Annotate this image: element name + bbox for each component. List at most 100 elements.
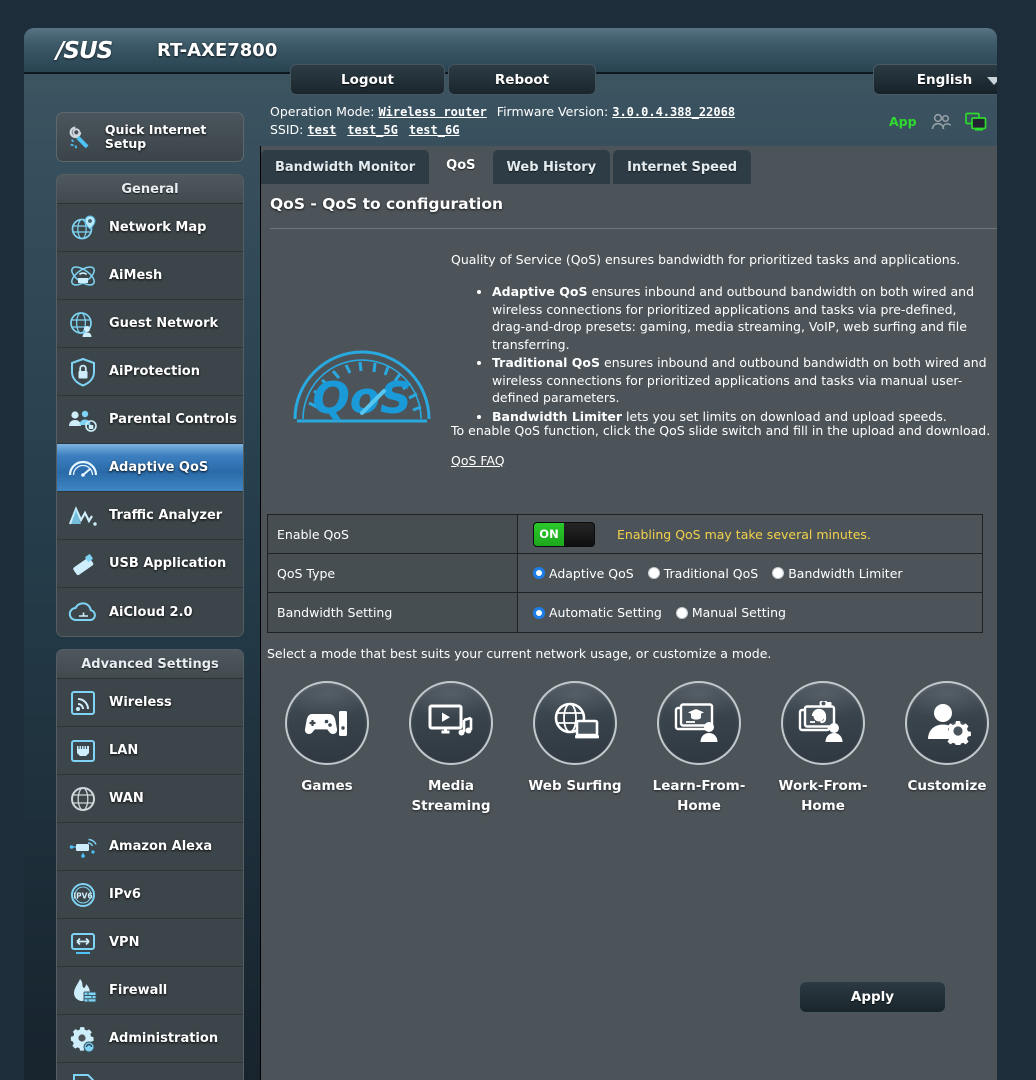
sidebar-label: Parental Controls xyxy=(109,412,237,427)
sidebar-label: Adaptive QoS xyxy=(109,460,209,475)
radio-indicator[interactable] xyxy=(533,567,545,579)
bandwidth-radio-group: Automatic Setting Manual Setting xyxy=(533,605,800,620)
mode-label: Learn-From-Home xyxy=(652,778,746,814)
radio-adaptive-qos[interactable]: Adaptive QoS xyxy=(533,566,634,581)
sidebar-label: AiCloud 2.0 xyxy=(109,604,193,620)
router-admin-shell: /SUS RT-AXE7800 Logout Reboot English Op… xyxy=(24,28,997,1080)
mode-games[interactable]: Games xyxy=(267,681,387,816)
mode-customize[interactable]: Customize xyxy=(887,681,997,816)
sidebar-item-wan[interactable]: WAN xyxy=(57,775,243,823)
page-title: QoS - QoS to configuration xyxy=(270,195,504,213)
mode-circle[interactable] xyxy=(781,681,865,765)
sidebar-item-vpn[interactable]: VPN xyxy=(57,919,243,967)
radio-manual-setting[interactable]: Manual Setting xyxy=(675,605,786,620)
usb-application-icon xyxy=(73,553,94,575)
sidebar-item-system-log[interactable]: System Log xyxy=(57,1063,243,1080)
advanced-header: Advanced Settings xyxy=(57,650,243,679)
quick-setup-icon xyxy=(69,126,89,149)
alexa-icon xyxy=(69,838,97,858)
enable-qos-label: Enable QoS xyxy=(268,515,518,553)
gauge-icon xyxy=(68,460,98,477)
svg-text:QoS: QoS xyxy=(312,373,411,424)
mode-intro-text: Select a mode that best suits your curre… xyxy=(267,646,772,661)
mode-circle[interactable] xyxy=(657,681,741,765)
sidebar-item-ipv6[interactable]: IPV6 IPv6 xyxy=(57,871,243,919)
mode-learn-from-home[interactable]: Learn-From-Home xyxy=(639,681,759,816)
ssid-6g[interactable]: test_6G xyxy=(409,123,460,137)
radio-traditional-qos[interactable]: Traditional QoS xyxy=(647,566,758,581)
radio-indicator[interactable] xyxy=(675,606,688,619)
mode-label: Web Surfing xyxy=(528,778,622,794)
qos-type-label: QoS Type xyxy=(268,554,518,592)
sidebar-item-aiprotection[interactable]: AiProtection xyxy=(57,348,243,396)
radio-bandwidth-limiter[interactable]: Bandwidth Limiter xyxy=(772,566,903,581)
radio-label: Adaptive QoS xyxy=(549,565,634,581)
quick-internet-setup-button[interactable]: Quick Internet Setup xyxy=(56,112,244,162)
sidebar-item-lan[interactable]: LAN xyxy=(57,727,243,775)
globe-icon xyxy=(71,786,95,811)
row-qos-type: QoS Type Adaptive QoS Traditional QoS Ba… xyxy=(268,554,982,593)
sidebar-label: Traffic Analyzer xyxy=(109,508,223,523)
sidebar-item-administration[interactable]: Administration xyxy=(57,1015,243,1063)
work-from-home-icon xyxy=(798,701,843,742)
enable-instruction: To enable QoS function, click the QoS sl… xyxy=(451,423,991,438)
sidebar-item-amazon-alexa[interactable]: Amazon Alexa xyxy=(57,823,243,871)
apply-button[interactable]: Apply xyxy=(799,981,946,1013)
sidebar-label: AiProtection xyxy=(109,364,200,379)
enable-qos-value: ON Enabling QoS may take several minutes… xyxy=(518,515,982,553)
mode-label: Work-From-Home xyxy=(778,778,868,814)
sidebar-label: WAN xyxy=(109,791,144,806)
bullet-term: Traditional QoS xyxy=(492,355,601,370)
mode-web-surfing[interactable]: Web Surfing xyxy=(515,681,635,816)
qos-lead-text: Quality of Service (QoS) ensures bandwid… xyxy=(451,252,961,267)
radio-indicator[interactable] xyxy=(772,567,785,579)
connected-devices-icon[interactable] xyxy=(964,112,987,131)
sidebar-item-guest-network[interactable]: Guest Network xyxy=(57,300,243,348)
radio-automatic-setting[interactable]: Automatic Setting xyxy=(533,605,662,620)
ssid-24g[interactable]: test xyxy=(307,123,336,137)
app-label[interactable]: App xyxy=(889,114,917,129)
sidebar-item-aicloud[interactable]: AiCloud 2.0 xyxy=(57,588,243,636)
mode-circle[interactable] xyxy=(905,681,989,765)
radio-indicator[interactable] xyxy=(647,567,660,579)
mode-work-from-home[interactable]: Work-From-Home xyxy=(763,681,883,816)
qos-type-radio-group: Adaptive QoS Traditional QoS Bandwidth L… xyxy=(533,566,917,581)
sidebar-item-network-map[interactable]: Network Map xyxy=(57,204,243,252)
mode-label: Customize xyxy=(907,778,987,794)
parental-controls-icon xyxy=(69,410,97,432)
shield-lock-icon xyxy=(71,357,95,387)
mode-circle[interactable] xyxy=(533,681,617,765)
title-divider xyxy=(270,228,997,229)
operation-mode-value[interactable]: Wireless router xyxy=(378,105,486,119)
sidebar-item-aimesh[interactable]: AiMesh xyxy=(57,252,243,300)
sidebar-item-parental-controls[interactable]: Parental Controls xyxy=(57,396,243,444)
sidebar-item-usb-application[interactable]: USB Application xyxy=(57,540,243,588)
sidebar-label: Firewall xyxy=(109,983,168,998)
tab-bandwidth-monitor[interactable]: Bandwidth Monitor xyxy=(261,150,430,184)
sidebar-item-wireless[interactable]: Wireless xyxy=(57,679,243,727)
mode-circle[interactable] xyxy=(285,681,369,765)
clients-users-icon[interactable] xyxy=(930,113,952,131)
ssid-5g[interactable]: test_5G xyxy=(347,123,398,137)
mode-label: Games xyxy=(301,778,353,794)
bullet-adaptive-qos: Adaptive QoS ensures inbound and outboun… xyxy=(492,283,988,353)
tab-web-history[interactable]: Web History xyxy=(492,150,611,184)
sidebar-item-firewall[interactable]: Firewall xyxy=(57,967,243,1015)
mode-media-streaming[interactable]: Media Streaming xyxy=(391,681,511,816)
firmware-value[interactable]: 3.0.0.4.388_22068 xyxy=(612,105,735,119)
sidebar-label: Guest Network xyxy=(109,316,219,331)
sidebar-item-adaptive-qos[interactable]: Adaptive QoS xyxy=(57,444,243,492)
tab-qos[interactable]: QoS xyxy=(432,146,490,184)
toggle-knob[interactable] xyxy=(564,522,594,546)
radio-indicator[interactable] xyxy=(533,606,545,619)
bandwidth-setting-label: Bandwidth Setting xyxy=(268,593,518,632)
enable-qos-toggle[interactable]: ON xyxy=(533,521,595,547)
mode-label: Media Streaming xyxy=(411,778,491,814)
mode-circle[interactable] xyxy=(409,681,493,765)
sidebar-item-traffic-analyzer[interactable]: Traffic Analyzer xyxy=(57,492,243,540)
firewall-flame-icon xyxy=(74,978,97,1002)
qos-faq-link[interactable]: QoS FAQ xyxy=(451,453,505,468)
sidebar-label: USB Application xyxy=(109,556,227,571)
tab-internet-speed[interactable]: Internet Speed xyxy=(613,150,752,184)
qos-type-value: Adaptive QoS Traditional QoS Bandwidth L… xyxy=(518,554,982,592)
